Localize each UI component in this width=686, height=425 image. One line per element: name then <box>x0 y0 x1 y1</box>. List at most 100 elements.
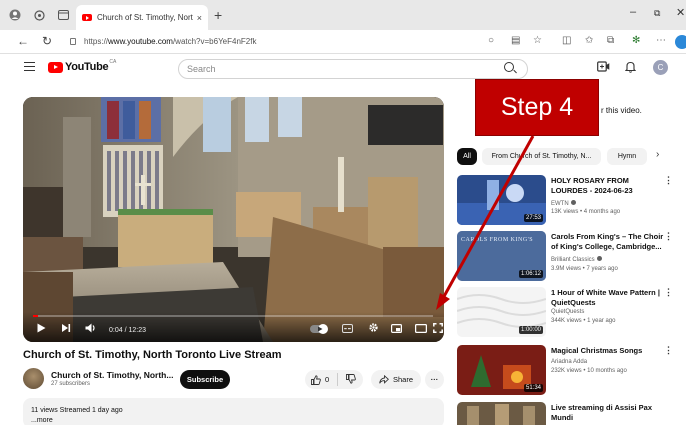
channel-avatar[interactable] <box>23 368 44 389</box>
volume-icon[interactable] <box>85 323 97 336</box>
notifications-bell-icon[interactable] <box>624 61 637 76</box>
play-icon[interactable] <box>36 323 46 336</box>
more-link[interactable]: ...more <box>31 416 436 425</box>
progress-bar[interactable] <box>33 315 433 317</box>
tab-actions-icon[interactable] <box>54 6 72 24</box>
extension-icon[interactable]: ✻ <box>632 35 640 46</box>
description-box[interactable]: 11 views Streamed 1 day ago ...more <box>23 398 444 425</box>
recommendation-item[interactable]: 51:34 Magical Christmas Songs Ariadna Ad… <box>457 345 682 397</box>
recommendation-thumbnail[interactable]: 51:34 <box>457 345 546 395</box>
like-dislike-group: 0 <box>305 370 363 389</box>
video-player[interactable]: 0:04 / 12:23 <box>23 97 444 342</box>
account-avatar[interactable]: C <box>653 60 668 75</box>
settings-gear-icon[interactable] <box>368 322 379 336</box>
duration-badge: 1:00:00 <box>518 326 543 334</box>
tracking-icon[interactable]: ○ <box>488 35 494 46</box>
recommendation-title[interactable]: Magical Christmas Songs <box>551 346 666 356</box>
share-label: Share <box>392 375 413 384</box>
recommendation-item[interactable]: 27:53 HOLY ROSARY FROM LOURDES - 2024-06… <box>457 175 682 227</box>
recommendation-more-icon[interactable]: ⋮ <box>664 287 673 298</box>
verified-icon <box>596 256 602 261</box>
recommendation-item[interactable]: CAROLS FROM KING'S 1:06:12 Carols From K… <box>457 231 682 283</box>
hamburger-menu-icon[interactable] <box>24 62 35 71</box>
chip-all[interactable]: All <box>457 148 477 165</box>
workspaces-icon[interactable] <box>30 6 48 24</box>
church-interior-video-frame <box>23 97 444 342</box>
recommendation-item[interactable]: 1:00:00 1 Hour of White Wave Pattern | Q… <box>457 287 682 339</box>
search-input[interactable]: Search <box>178 59 528 79</box>
recommendation-channel[interactable]: Brilliant Classics <box>551 256 602 263</box>
split-screen-icon[interactable]: ◫ <box>562 35 571 46</box>
tab-title: Church of St. Timothy, North Toro <box>97 13 193 22</box>
url-host: www.youtube.com <box>108 37 173 46</box>
url-prefix: https:// <box>84 37 109 46</box>
recommendation-channel[interactable]: QuietQuests <box>551 309 584 315</box>
recommendation-thumbnail[interactable]: 27:53 <box>457 175 546 225</box>
video-title: Church of St. Timothy, North Toronto Liv… <box>23 349 282 361</box>
recommendation-meta: 3.9M views • 7 years ago <box>551 266 618 272</box>
favorite-star-icon[interactable]: ☆ <box>533 35 542 46</box>
copilot-icon[interactable] <box>675 35 686 49</box>
thumbs-down-icon <box>346 373 357 384</box>
channel-name[interactable]: Church of St. Timothy, North... <box>51 370 173 380</box>
duration-badge: 51:34 <box>523 384 543 392</box>
new-tab-button[interactable]: + <box>214 7 222 23</box>
url-field[interactable]: https://www.youtube.com/watch?v=b6YeF4nF… <box>70 34 460 50</box>
progress-fill <box>33 315 39 317</box>
recommendation-more-icon[interactable]: ⋮ <box>664 231 673 242</box>
recommendation-channel[interactable]: Ariadna Adda <box>551 359 587 365</box>
recommendation-thumbnail[interactable]: 1:00:00 <box>457 287 546 337</box>
recommendation-more-icon[interactable]: ⋮ <box>664 345 673 356</box>
like-count: 0 <box>325 375 330 384</box>
create-video-icon[interactable] <box>597 61 610 75</box>
theater-mode-icon[interactable] <box>414 323 428 336</box>
thumbnail-caption: CAROLS FROM KING'S <box>461 237 534 243</box>
restore-icon[interactable]: ⧉ <box>654 8 660 19</box>
recommendation-title[interactable]: HOLY ROSARY FROM LOURDES - 2024-06-23 <box>551 176 666 195</box>
subscriber-count: 27 subscribers <box>51 381 91 387</box>
player-controls-bar: 0:04 / 12:23 <box>23 312 444 342</box>
back-arrow-icon[interactable]: ← <box>17 34 29 48</box>
favorites-icon[interactable]: ✩ <box>585 35 593 46</box>
verified-icon <box>570 200 576 205</box>
miniplayer-icon[interactable] <box>391 324 403 336</box>
profile-icon[interactable] <box>6 6 24 24</box>
tab-close-icon[interactable]: × <box>197 13 202 23</box>
collections-icon[interactable]: ⧉ <box>607 35 614 46</box>
recommendation-title[interactable]: 1 Hour of White Wave Pattern | QuietQues… <box>551 288 666 307</box>
search-icon[interactable] <box>504 62 514 72</box>
recommendation-title[interactable]: Live streaming di Assisi Pax Mundi <box>551 403 666 422</box>
chip-from-channel[interactable]: From Church of St. Timothy, N... <box>482 148 601 165</box>
subscribe-button[interactable]: Subscribe <box>180 370 230 389</box>
subtitles-icon[interactable] <box>342 324 353 336</box>
youtube-logo[interactable]: YouTube CA <box>48 59 117 73</box>
next-icon[interactable] <box>61 323 71 336</box>
youtube-play-icon <box>48 61 63 73</box>
url-path: /watch?v=b6YeF4nF2fk <box>172 37 257 46</box>
recommendation-item[interactable]: Live streaming di Assisi Pax Mundi <box>457 402 682 425</box>
recommendation-thumbnail[interactable] <box>457 402 546 425</box>
recommendation-title[interactable]: Carols From King's – The Choir of King's… <box>551 232 666 251</box>
autoplay-play-icon <box>317 325 323 334</box>
minimize-icon[interactable]: – <box>630 6 636 18</box>
dislike-button[interactable] <box>346 373 357 386</box>
recommendation-thumbnail[interactable]: CAROLS FROM KING'S 1:06:12 <box>457 231 546 281</box>
like-button[interactable]: 0 <box>311 374 330 385</box>
chip-next-arrow-icon[interactable]: › <box>656 149 659 160</box>
recommendation-more-icon[interactable]: ⋮ <box>664 175 673 186</box>
close-window-icon[interactable]: ✕ <box>676 6 685 19</box>
thumbs-up-icon <box>311 374 321 385</box>
reader-view-icon[interactable]: ▤ <box>511 35 520 46</box>
recommendation-meta: 344K views • 1 year ago <box>551 318 616 324</box>
more-actions-button[interactable]: ··· <box>425 370 444 389</box>
youtube-wordmark: YouTube <box>65 61 109 73</box>
country-code: CA <box>109 59 117 65</box>
fullscreen-icon[interactable] <box>433 323 443 336</box>
share-button[interactable]: Share <box>371 370 421 389</box>
recommendation-channel[interactable]: EWTN <box>551 200 576 207</box>
more-menu-icon[interactable]: ⋯ <box>656 35 666 46</box>
browser-tab-active[interactable]: Church of St. Timothy, North Toro × <box>76 5 208 30</box>
chip-hymn[interactable]: Hymn <box>607 148 647 165</box>
refresh-icon[interactable]: ↻ <box>42 34 52 48</box>
duration-badge: 1:06:12 <box>518 270 543 278</box>
